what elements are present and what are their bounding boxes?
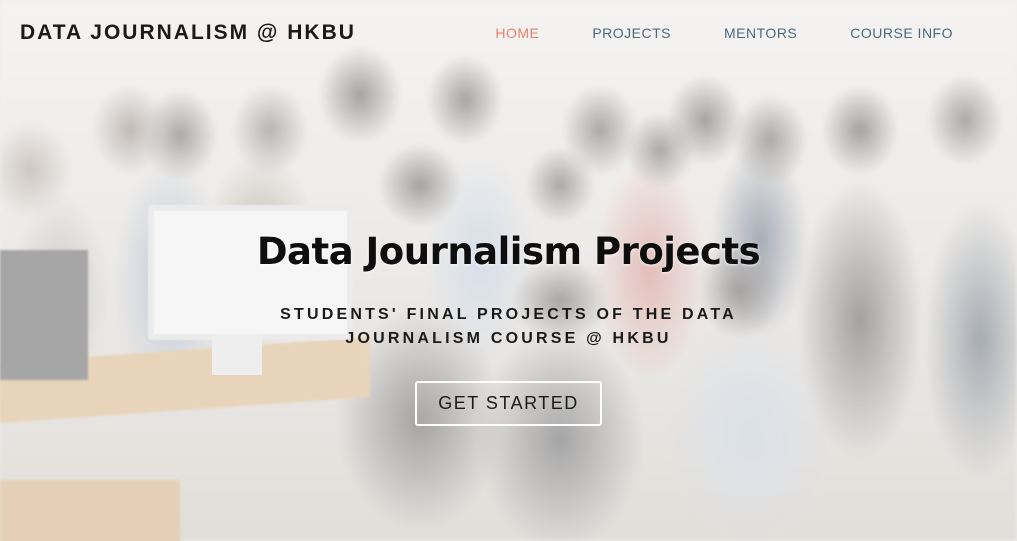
- nav-item-projects[interactable]: PROJECTS: [592, 25, 671, 41]
- hero-section: Data Journalism Projects STUDENTS' FINAL…: [0, 230, 1017, 426]
- hero-subtitle: STUDENTS' FINAL PROJECTS OF THE DATA JOU…: [280, 306, 737, 347]
- nav-item-home[interactable]: HOME: [495, 25, 539, 41]
- hero-title: Data Journalism Projects: [256, 230, 761, 273]
- nav-item-course-info[interactable]: COURSE INFO: [850, 25, 953, 41]
- navbar: DATA JOURNALISM @ HKBU HOME PROJECTS MEN…: [0, 0, 1017, 66]
- get-started-button[interactable]: GET STARTED: [415, 381, 602, 426]
- site-brand[interactable]: DATA JOURNALISM @ HKBU: [20, 21, 356, 45]
- nav-item-mentors[interactable]: MENTORS: [724, 25, 797, 41]
- nav-links: HOME PROJECTS MENTORS COURSE INFO: [442, 25, 953, 41]
